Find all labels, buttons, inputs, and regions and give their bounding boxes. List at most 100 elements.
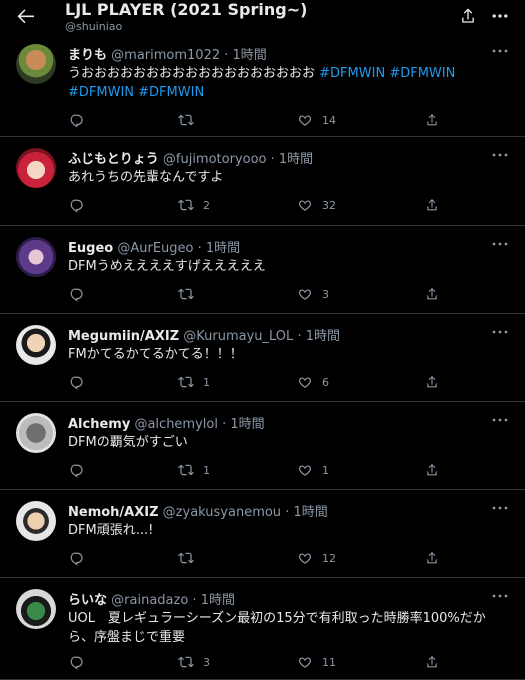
reply-button[interactable]: [68, 652, 93, 672]
avatar[interactable]: [16, 501, 56, 541]
tweet-text-content: DFMうめええええすげえええええ: [68, 259, 266, 274]
back-arrow-icon[interactable]: [14, 4, 38, 28]
share-icon[interactable]: [458, 6, 478, 26]
user-handle: @rainadazo: [111, 593, 189, 608]
retweet-icon: [178, 114, 194, 126]
retweet-button[interactable]: [178, 110, 203, 130]
reply-icon: [70, 376, 83, 390]
timestamp[interactable]: 1時間: [293, 505, 327, 520]
tweet-header: ふじもとりょう @fujimotoryooo · 1時間: [68, 152, 314, 167]
heart-icon: [299, 465, 311, 476]
retweet-button[interactable]: 1: [178, 372, 210, 392]
tweet[interactable]: Megumiin/AXIZ @Kurumayu_LOL · 1時間 FMかてるか…: [0, 314, 525, 402]
user-handle: @zyakusyanemou: [162, 505, 282, 520]
retweet-count: 1: [203, 463, 210, 477]
display-name[interactable]: らいな: [68, 593, 107, 608]
tweet[interactable]: らいな @rainadazo · 1時間 UOL 夏レギュラーシーズン最初の15…: [0, 578, 525, 680]
share-button[interactable]: [424, 460, 440, 480]
retweet-button[interactable]: 3: [178, 652, 210, 672]
timestamp[interactable]: 1時間: [230, 417, 264, 432]
like-count: 1: [322, 463, 329, 477]
share-button[interactable]: [424, 652, 440, 672]
more-icon[interactable]: [491, 503, 509, 513]
reply-button[interactable]: [68, 195, 93, 215]
avatar[interactable]: [16, 44, 56, 84]
reply-button[interactable]: [68, 110, 93, 130]
hashtag-link[interactable]: #DFMWIN: [68, 85, 134, 100]
like-button[interactable]: 32: [297, 195, 336, 215]
display-name[interactable]: Nemoh/AXIZ: [68, 505, 159, 520]
like-button[interactable]: 11: [297, 652, 336, 672]
share-icon: [427, 464, 437, 476]
retweet-count: 2: [203, 198, 210, 212]
tweet-actions: 14: [68, 110, 508, 130]
reply-button[interactable]: [68, 284, 93, 304]
retweet-icon: [178, 656, 194, 668]
more-icon[interactable]: [491, 591, 509, 601]
tweet[interactable]: まりも @marimom1022 · 1時間 うおおおおおおおおおおおおおおおお…: [0, 38, 525, 137]
share-button[interactable]: [424, 284, 440, 304]
more-icon[interactable]: [491, 415, 509, 425]
like-button[interactable]: 1: [297, 460, 329, 480]
display-name[interactable]: ふじもとりょう: [68, 152, 159, 167]
heart-icon: [299, 377, 311, 388]
timestamp[interactable]: 1時間: [306, 329, 340, 344]
retweet-button[interactable]: 1: [178, 460, 210, 480]
share-button[interactable]: [424, 195, 440, 215]
more-icon[interactable]: [490, 6, 510, 26]
like-button[interactable]: 12: [297, 548, 336, 568]
retweet-icon: [178, 199, 194, 211]
tweet-actions: 3: [68, 284, 508, 304]
avatar[interactable]: [16, 589, 56, 629]
share-button[interactable]: [424, 110, 440, 130]
avatar[interactable]: [16, 325, 56, 365]
timestamp[interactable]: 1時間: [279, 152, 313, 167]
reply-button[interactable]: [68, 372, 93, 392]
retweet-button[interactable]: [178, 548, 203, 568]
more-icon[interactable]: [491, 46, 509, 56]
like-button[interactable]: 14: [297, 110, 336, 130]
hashtag-link[interactable]: #DFMWIN: [389, 66, 455, 81]
tweet[interactable]: Nemoh/AXIZ @zyakusyanemou · 1時間 DFM頑張れ..…: [0, 490, 525, 578]
like-button[interactable]: 6: [297, 372, 329, 392]
tweet-text-content: UOL 夏レギュラーシーズン最初の15分で有利取った時勝率100%だから、序盤ま…: [68, 611, 486, 645]
tweet[interactable]: Alchemy @alchemylol · 1時間 DFMの覇気がすごい 1 1: [0, 402, 525, 490]
tweet-text-content: DFM頑張れ...!: [68, 523, 154, 538]
reply-icon: [70, 199, 83, 213]
hashtag-link[interactable]: #DFMWIN: [319, 66, 385, 81]
tweet-text: DFMの覇気がすごい: [68, 433, 508, 452]
reply-icon: [70, 464, 83, 478]
tweet-text-content: FMかてるかてるかてる！！！: [68, 347, 243, 362]
more-icon[interactable]: [491, 239, 509, 249]
reply-button[interactable]: [68, 460, 93, 480]
display-name[interactable]: まりも: [68, 48, 107, 63]
more-icon[interactable]: [491, 150, 509, 160]
tweet[interactable]: Eugeo @AurEugeo · 1時間 DFMうめええええすげえええええ 3: [0, 226, 525, 314]
timestamp[interactable]: 1時間: [233, 48, 267, 63]
avatar[interactable]: [16, 413, 56, 453]
reply-icon: [70, 114, 83, 128]
more-icon[interactable]: [491, 327, 509, 337]
avatar[interactable]: [16, 237, 56, 277]
retweet-button[interactable]: [178, 284, 203, 304]
share-icon: [427, 288, 437, 300]
display-name[interactable]: Eugeo: [68, 241, 113, 256]
reply-button[interactable]: [68, 548, 93, 568]
display-name[interactable]: Alchemy: [68, 417, 130, 432]
like-count: 6: [322, 375, 329, 389]
timestamp[interactable]: 1時間: [206, 241, 240, 256]
display-name[interactable]: Megumiin/AXIZ: [68, 329, 179, 344]
tweet[interactable]: ふじもとりょう @fujimotoryooo · 1時間 あれうちの先輩なんです…: [0, 137, 525, 226]
hashtag-link[interactable]: #DFMWIN: [138, 85, 204, 100]
reply-icon: [70, 656, 83, 670]
like-button[interactable]: 3: [297, 284, 329, 304]
heart-icon: [299, 115, 311, 126]
share-button[interactable]: [424, 372, 440, 392]
reply-icon: [70, 552, 83, 566]
share-button[interactable]: [424, 548, 440, 568]
share-icon: [427, 656, 437, 668]
retweet-button[interactable]: 2: [178, 195, 210, 215]
timestamp[interactable]: 1時間: [201, 593, 235, 608]
tweet-text: UOL 夏レギュラーシーズン最初の15分で有利取った時勝率100%だから、序盤ま…: [68, 609, 508, 647]
avatar[interactable]: [16, 148, 56, 188]
